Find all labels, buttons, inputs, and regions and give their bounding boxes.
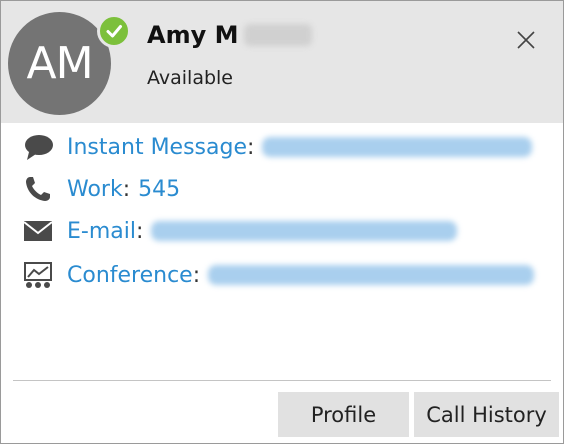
close-icon (517, 31, 535, 49)
envelope-icon (23, 215, 57, 247)
contact-header: AM Amy M Available (1, 1, 563, 123)
email-link[interactable]: E-mail (67, 219, 136, 244)
presence-badge (97, 14, 131, 48)
phone-icon (23, 173, 57, 205)
contact-row-work: Work : 545 (23, 173, 180, 205)
contact-row-email: E-mail : (23, 215, 458, 247)
contact-row-instant-message: Instant Message : (23, 131, 533, 163)
email-value-redacted[interactable] (151, 221, 458, 241)
contact-row-conference: Conference : (23, 259, 535, 291)
profile-button[interactable]: Profile (278, 392, 409, 437)
presence-status: Available (147, 67, 234, 89)
footer-divider (13, 380, 551, 381)
work-link[interactable]: Work (67, 177, 123, 202)
conference-value-redacted[interactable] (208, 265, 535, 285)
avatar[interactable]: AM (8, 12, 111, 115)
close-button[interactable] (509, 23, 543, 57)
contact-name: Amy M (147, 21, 239, 49)
chat-bubble-icon (23, 131, 57, 163)
conference-icon (23, 259, 57, 291)
check-icon (106, 25, 122, 38)
contact-name-row: Amy M (147, 21, 313, 49)
call-history-button[interactable]: Call History (414, 392, 559, 437)
work-phone-value[interactable]: 545 (138, 177, 180, 202)
contact-card: AM Amy M Available Instant Message: Wor… (0, 0, 564, 444)
instant-message-link[interactable]: Instant Message (67, 135, 247, 160)
instant-message-value-redacted[interactable] (262, 137, 533, 157)
avatar-initials: AM (26, 38, 93, 89)
contact-name-redacted (244, 24, 313, 46)
conference-link[interactable]: Conference (67, 263, 193, 288)
